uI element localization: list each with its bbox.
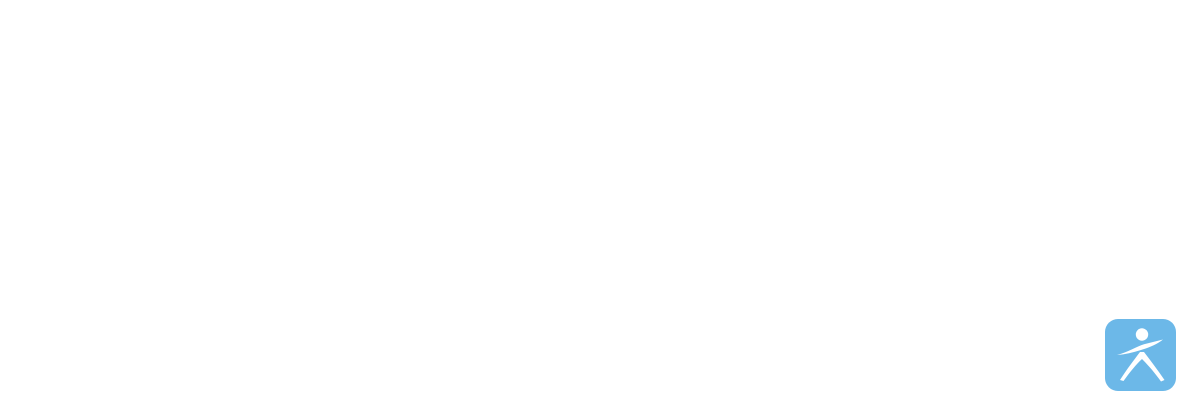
accessibility-button[interactable] xyxy=(1105,319,1176,391)
blank-page xyxy=(0,0,1200,400)
accessibility-person-icon xyxy=(1105,319,1176,391)
